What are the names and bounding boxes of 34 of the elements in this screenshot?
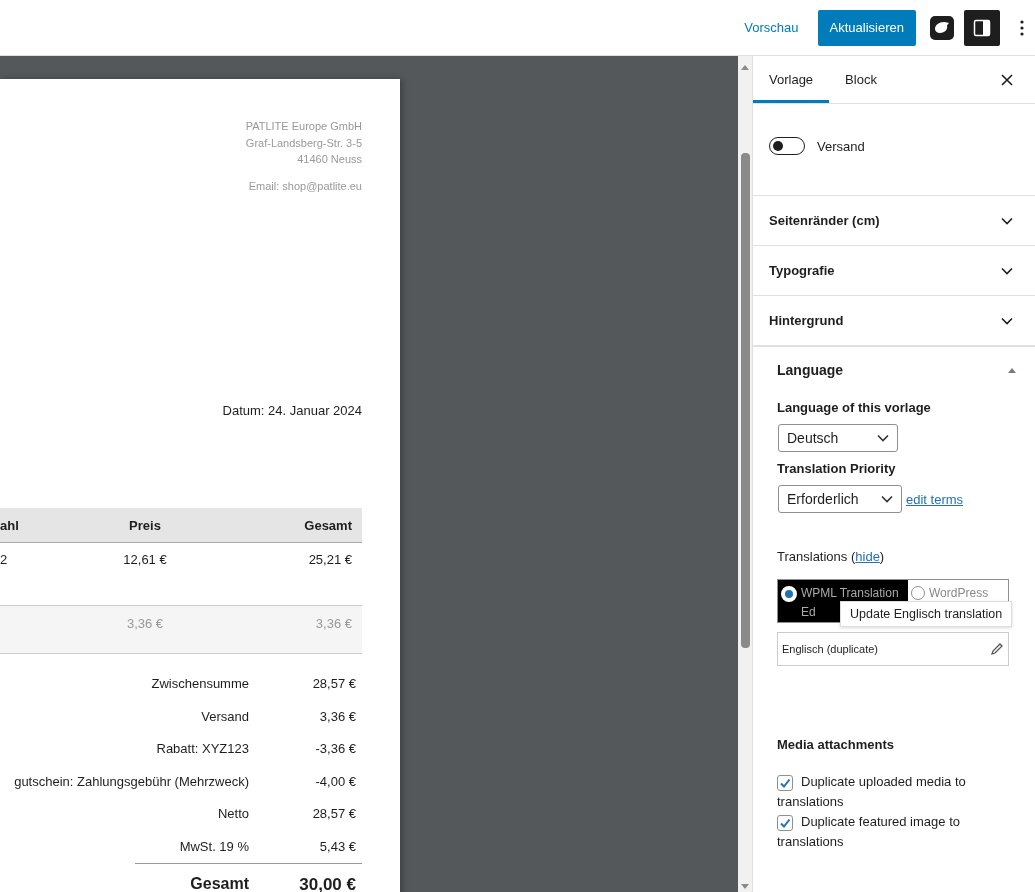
- table-cell: 25,21 €: [308, 552, 352, 567]
- total-label: Netto: [217, 806, 249, 823]
- invoice-date: Datum: 24. Januar 2024: [221, 403, 362, 418]
- grand-total-value: 30,00 €: [298, 875, 357, 892]
- total-label: gutschein: Zahlungsgebühr (Mehrzweck): [14, 773, 249, 791]
- sender-email: Email: shop@patlite.eu: [247, 178, 362, 194]
- grand-total-label: Gesamt: [190, 875, 249, 892]
- total-value: 28,57 €: [311, 806, 357, 823]
- total-label: Rabatt: XYZ123: [156, 741, 249, 758]
- sender-address-line: PATLITE Europe GmbH: [244, 119, 362, 134]
- section-heading: Media attachments: [777, 737, 896, 752]
- sender-address-line: Graf-Landsberg-Str. 3-5: [244, 135, 362, 151]
- column-header: ahl: [0, 517, 19, 533]
- toggle-label: Versand: [817, 138, 865, 154]
- table-cell: 3,36 €: [315, 616, 352, 631]
- total-label: Zwischensumme: [151, 676, 249, 693]
- total-label: Versand: [201, 708, 249, 726]
- total-value: 28,57 €: [311, 676, 357, 693]
- table-cell: 3,36 €: [126, 616, 164, 631]
- sender-address-line: 41460 Neuss: [296, 152, 362, 167]
- total-value: -3,36 €: [314, 741, 357, 758]
- field-label: Language of this vorlage: [777, 400, 932, 415]
- translations-heading: Translations (hide): [777, 549, 886, 564]
- table-cell: 2: [0, 552, 8, 567]
- total-value: 3,36 €: [318, 708, 357, 726]
- tooltip: Update Englisch translation: [840, 601, 1013, 627]
- total-value: 5,43 €: [318, 838, 357, 856]
- translation-label: Englisch (duplicate): [782, 643, 878, 655]
- total-value: -4,00 €: [314, 773, 357, 791]
- column-header: Gesamt: [304, 517, 352, 533]
- total-label: MwSt. 19 %: [179, 838, 249, 856]
- column-header: Preis: [129, 517, 161, 533]
- field-label: Translation Priority: [777, 461, 897, 476]
- table-cell: 12,61 €: [123, 552, 167, 567]
